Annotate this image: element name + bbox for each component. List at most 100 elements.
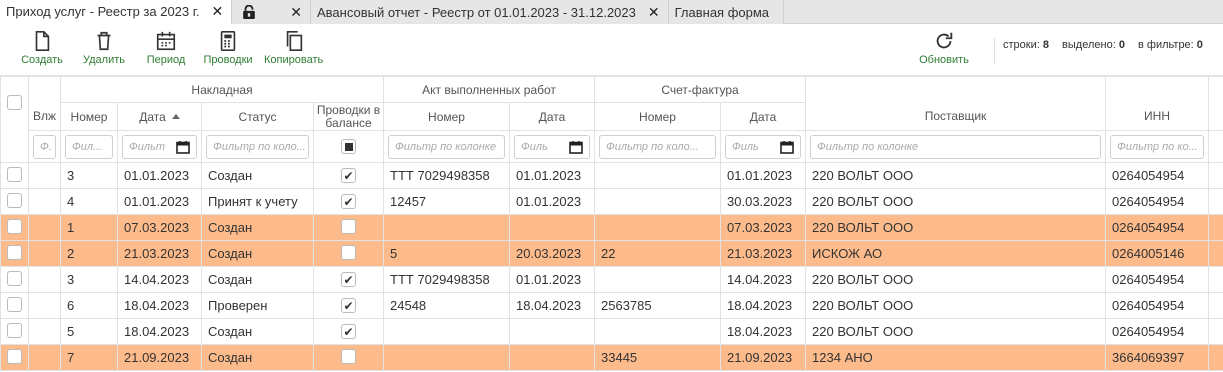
close-icon[interactable]: ✕	[290, 4, 302, 21]
unchecked-checkbox[interactable]	[341, 348, 356, 364]
col-inn[interactable]: ИНН	[1105, 102, 1210, 131]
cell-sf-number	[594, 162, 722, 189]
period-button[interactable]: Период	[140, 30, 192, 66]
tab-locked[interactable]: ✕	[232, 0, 311, 24]
table-row[interactable]: 2 21.03.2023 Создан 5 20.03.2023 22 21.03.2023…	[0, 240, 1223, 267]
checked-checkbox[interactable]: ✔	[341, 194, 356, 210]
rows-label: строки:	[1003, 39, 1040, 51]
checked-checkbox[interactable]: ✔	[341, 272, 356, 288]
row-select-checkbox[interactable]	[7, 270, 22, 286]
cell-inn: 0264054954	[1105, 292, 1210, 319]
col-number[interactable]: Номер	[60, 102, 118, 131]
filter-in-balance-checkbox[interactable]	[341, 139, 356, 154]
row-select-checkbox[interactable]	[7, 322, 22, 338]
checked-checkbox[interactable]: ✔	[341, 298, 356, 314]
copy-button[interactable]: Копировать	[264, 30, 323, 66]
cell-date: 21.03.2023	[117, 240, 202, 267]
filter-status-input[interactable]: Фильтр по коло...	[206, 134, 309, 159]
cell-act-date	[509, 318, 596, 345]
col-sf-number[interactable]: Номер	[594, 102, 722, 131]
close-icon[interactable]: ✕	[648, 4, 660, 21]
filter-number-input[interactable]: Фил...	[65, 134, 113, 159]
group-act: Акт выполненных работ	[383, 76, 596, 103]
cell-inn: 0264054954	[1105, 162, 1210, 189]
row-select-checkbox[interactable]	[7, 244, 22, 260]
cell-attach	[28, 214, 61, 241]
cell-attach	[28, 240, 61, 267]
filter-count: 0	[1196, 39, 1203, 51]
filter-date-input[interactable]: Фильт	[122, 134, 197, 159]
row-select-checkbox[interactable]	[7, 166, 22, 182]
filter-sf-date-placeholder: Филь	[732, 140, 759, 153]
cell-number: 2	[60, 240, 118, 267]
filter-act-number-input[interactable]: Фильтр по колонке	[388, 134, 506, 159]
unchecked-checkbox[interactable]	[341, 218, 356, 234]
tab-services-receipt[interactable]: Приход услуг - Реестр за 2023 г. ✕	[0, 0, 233, 24]
cell-status: Создан	[201, 240, 314, 267]
cell-date: 07.03.2023	[117, 214, 202, 241]
calendar-icon[interactable]	[780, 140, 794, 154]
rows-count: 8	[1042, 39, 1049, 51]
table-row[interactable]: 5 18.04.2023 Создан ✔ 18.04.2023 220 ВОЛЬТ ОО…	[0, 318, 1223, 345]
tab-advance-report[interactable]: Авансовый отчет - Реестр от 01.01.2023 -…	[311, 0, 669, 24]
group-invoice-sf: Счет-фактура	[594, 76, 807, 103]
cell-date: 18.04.2023	[117, 292, 202, 319]
filter-inn-input[interactable]: Фильтр по ко...	[1110, 134, 1205, 159]
table-row[interactable]: 1 07.03.2023 Создан 07.03.2023 220 ВОЛЬТ ООО…	[0, 214, 1223, 241]
cell-sf-number: 33445	[594, 344, 722, 371]
row-select-checkbox[interactable]	[7, 218, 22, 234]
row-select-checkbox[interactable]	[7, 192, 22, 208]
col-attach[interactable]: Влж	[28, 102, 61, 131]
refresh-button[interactable]: Обновить	[918, 30, 970, 66]
cell-sf-number	[594, 188, 722, 215]
cell-in-balance: ✔	[312, 292, 385, 319]
close-icon[interactable]: ✕	[212, 3, 224, 20]
cell-supplier: 220 ВОЛЬТ ООО	[805, 266, 1107, 293]
filter-supplier-input[interactable]: Фильтр по колонке	[810, 134, 1102, 159]
table-row[interactable]: 3 01.01.2023 Создан ✔ ТТТ 7029498358 01.01.20…	[0, 162, 1223, 189]
col-sf-date[interactable]: Дата	[720, 102, 807, 131]
cell-act-number: 5	[383, 240, 511, 267]
cell-date: 14.04.2023	[117, 266, 202, 293]
row-select-checkbox[interactable]	[7, 348, 22, 364]
cell-date: 21.09.2023	[117, 344, 202, 371]
select-all-checkbox[interactable]	[7, 95, 22, 110]
delete-button[interactable]: Удалить	[78, 30, 130, 66]
table-row[interactable]: 3 14.04.2023 Создан ✔ ТТТ 7029498358 01.01.20…	[0, 266, 1223, 293]
cell-sf-date: 18.04.2023	[720, 292, 807, 319]
tab-main-form[interactable]: Главная форма	[668, 0, 785, 24]
cell-act-number	[383, 214, 511, 241]
tab-label: Приход услуг - Реестр за 2023 г.	[6, 4, 200, 19]
checked-checkbox[interactable]: ✔	[341, 168, 356, 184]
calendar-icon[interactable]	[569, 140, 583, 154]
table-row[interactable]: 7 21.09.2023 Создан 33445 21.09.2023 1234 АНО…	[0, 344, 1223, 371]
cell-number: 7	[60, 344, 118, 371]
col-status[interactable]: Статус	[201, 102, 314, 131]
checked-checkbox[interactable]: ✔	[341, 324, 356, 340]
group-invoice: Накладная	[59, 76, 385, 103]
cell-act-number: 12457	[383, 188, 511, 215]
col-supplier[interactable]: Поставщик	[805, 102, 1107, 131]
col-act-number[interactable]: Номер	[383, 102, 511, 131]
col-date[interactable]: Дата	[117, 102, 202, 131]
filter-sf-date-input[interactable]: Филь	[725, 134, 802, 159]
cell-supplier: ИСКОЖ АО	[805, 240, 1107, 267]
cell-attach	[28, 344, 61, 371]
create-button[interactable]: Создать	[16, 30, 68, 66]
filter-date-placeholder: Фильт	[129, 140, 166, 153]
filter-sf-number-input[interactable]: Фильтр по коло...	[599, 134, 717, 159]
calendar-icon[interactable]	[176, 140, 190, 154]
calendar-icon	[156, 31, 176, 51]
filter-act-date-input[interactable]: Филь	[514, 134, 591, 159]
col-in-balance[interactable]: Проводки в балансе	[312, 102, 385, 131]
table-row[interactable]: 4 01.01.2023 Принят к учету ✔ 12457 01.01.202…	[0, 188, 1223, 215]
filter-attach-input[interactable]: Ф.	[33, 134, 56, 159]
col-act-date[interactable]: Дата	[509, 102, 596, 131]
unchecked-checkbox[interactable]	[341, 244, 356, 260]
table-row[interactable]: 6 18.04.2023 Проверен ✔ 24548 18.04.2023 25637…	[0, 292, 1223, 319]
row-select-checkbox[interactable]	[7, 296, 22, 312]
row-stats: строки: 8 выделено: 0 в фильтре: 0	[994, 38, 1203, 64]
postings-button[interactable]: Проводки	[202, 30, 254, 66]
cell-inn: 0264054954	[1105, 318, 1210, 345]
cell-sf-date: 18.04.2023	[720, 318, 807, 345]
